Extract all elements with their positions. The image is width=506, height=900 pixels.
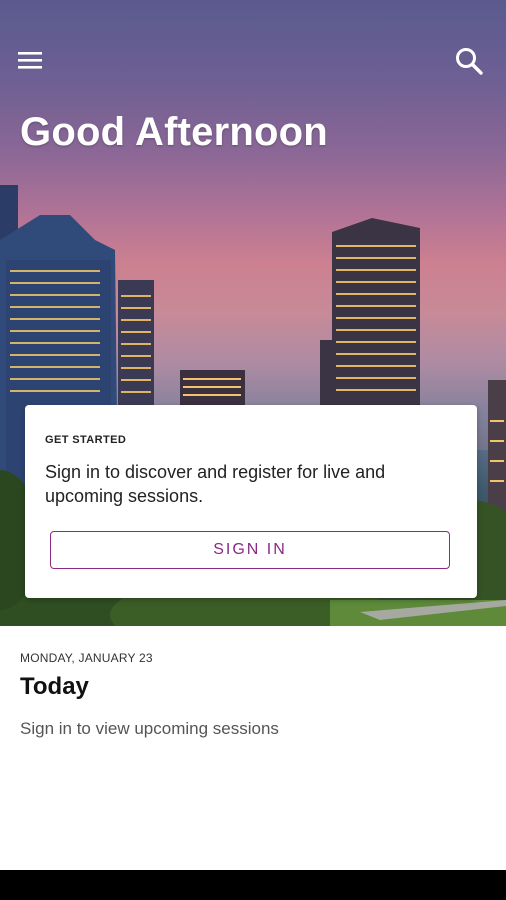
date-label: MONDAY, JANUARY 23 [20,651,153,665]
card-message: Sign in to discover and register for liv… [45,462,386,506]
hamburger-menu-icon [18,52,42,69]
search-button[interactable] [454,46,490,82]
get-started-card: GET STARTED Sign in to discover and regi… [25,405,477,598]
today-title: Today [20,673,89,700]
sign-in-button[interactable]: SIGN IN [50,531,450,569]
today-message: Sign in to view upcoming sessions [20,719,279,738]
card-eyebrow: GET STARTED [45,434,127,446]
navigation-bar [0,870,506,900]
greeting-title: Good Afternoon [20,110,328,154]
menu-button[interactable] [18,50,52,80]
search-icon [456,48,483,75]
